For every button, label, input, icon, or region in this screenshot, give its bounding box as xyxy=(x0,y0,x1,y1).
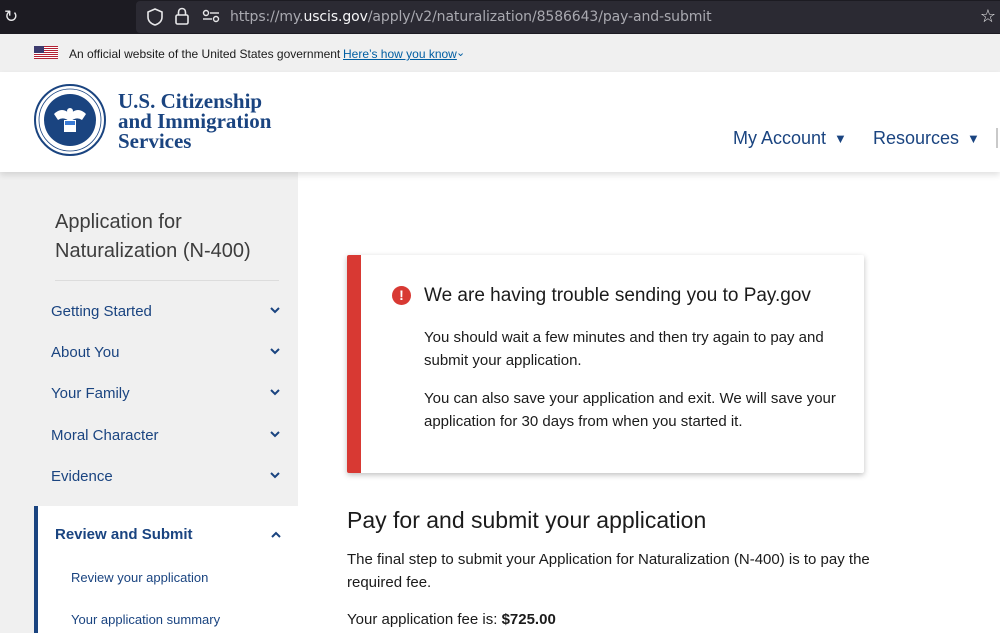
chevron-down-icon xyxy=(270,472,280,479)
sidebar-item-label: About You xyxy=(51,344,120,361)
us-flag-icon xyxy=(34,46,58,59)
official-site-text: An official website of the United States… xyxy=(69,47,341,61)
url-prefix: https://my. xyxy=(230,9,304,25)
agency-line-1: U.S. Citizenship xyxy=(118,89,263,113)
fee-label: Your application fee is: xyxy=(347,611,498,628)
shield-icon[interactable] xyxy=(147,8,163,26)
sidebar-item-review-and-submit[interactable]: Review and Submit xyxy=(55,526,193,543)
agency-line-2: and Immigration xyxy=(118,109,272,133)
alert-paragraph-wait: You should wait a few minutes and then t… xyxy=(424,329,824,369)
sidebar-item-label: Evidence xyxy=(51,468,113,485)
page-description: The final step to submit your Applicatio… xyxy=(347,551,870,591)
address-bar[interactable]: https://my.uscis.gov/apply/v2/naturaliza… xyxy=(136,1,1000,33)
sidebar-item-label: Moral Character xyxy=(51,427,159,444)
nav-my-account[interactable]: My Account ▼ xyxy=(733,128,847,149)
nav-resources-label: Resources xyxy=(873,128,960,148)
sidebar-item-label: Your Family xyxy=(51,385,130,402)
chevron-up-icon[interactable] xyxy=(270,529,282,541)
sidebar-subitem-review-your-application[interactable]: Review your application xyxy=(71,570,208,585)
caret-down-icon: ▼ xyxy=(834,131,847,146)
sidebar-item-your-family[interactable]: Your Family xyxy=(51,385,285,402)
sidebar-item-label: Getting Started xyxy=(51,303,152,320)
nav-resources[interactable]: Resources ▼ xyxy=(873,128,980,149)
sidebar-divider xyxy=(55,280,279,281)
sidebar-item-getting-started[interactable]: Getting Started xyxy=(51,303,285,320)
reload-icon[interactable]: ↻ xyxy=(4,7,18,27)
browser-toolbar: ↻ https://my.uscis.gov/apply/v2/naturali… xyxy=(0,0,1000,34)
chevron-down-icon xyxy=(270,431,280,438)
alert-paragraph-save: You can also save your application and e… xyxy=(424,390,836,430)
sidebar-subitem-your-application-summary[interactable]: Your application summary xyxy=(71,612,220,627)
site-header: U.S. Citizenship and Immigration Service… xyxy=(0,72,1000,172)
url-path: /apply/v2/naturalization/8586643/pay-and… xyxy=(367,9,712,25)
sidebar-section-review-and-submit: Review and Submit Review your applicatio… xyxy=(34,506,298,633)
page-heading: Pay for and submit your application xyxy=(347,507,707,533)
error-icon: ! xyxy=(392,286,411,305)
bookmark-star-icon[interactable]: ☆ xyxy=(980,6,996,27)
fee-line: Your application fee is: $725.00 xyxy=(347,611,556,628)
permissions-icon[interactable] xyxy=(202,9,220,23)
dhs-seal-icon[interactable] xyxy=(34,84,106,156)
sidebar-item-moral-character[interactable]: Moral Character xyxy=(51,427,285,444)
agency-line-3: Services xyxy=(118,129,192,153)
url-text[interactable]: https://my.uscis.gov/apply/v2/naturaliza… xyxy=(230,9,712,25)
sidebar-nav: Application for Naturalization (N-400) G… xyxy=(0,172,298,633)
caret-down-icon: ▼ xyxy=(967,131,980,146)
error-alert: ! We are having trouble sending you to P… xyxy=(347,255,864,473)
fee-amount: $725.00 xyxy=(501,611,556,628)
nav-my-account-label: My Account xyxy=(733,128,827,148)
nav-divider xyxy=(996,128,998,148)
sidebar-item-evidence[interactable]: Evidence xyxy=(51,468,285,485)
sidebar-title-line-1: Application for xyxy=(55,211,182,233)
sidebar-title: Application for Naturalization (N-400) xyxy=(55,208,251,266)
sidebar-title-line-2: Naturalization (N-400) xyxy=(55,240,251,262)
gov-banner: An official website of the United States… xyxy=(0,34,1000,72)
chevron-down-icon xyxy=(270,348,280,355)
lock-icon[interactable] xyxy=(174,7,190,25)
agency-name[interactable]: U.S. Citizenship and Immigration Service… xyxy=(118,89,272,153)
sidebar-item-about-you[interactable]: About You xyxy=(51,344,285,361)
chevron-down-icon xyxy=(270,307,280,314)
alert-title: We are having trouble sending you to Pay… xyxy=(424,285,811,306)
chevron-down-icon xyxy=(270,389,280,396)
chevron-down-icon[interactable]: ⌄ xyxy=(456,46,465,59)
heres-how-you-know-link[interactable]: Here’s how you know xyxy=(343,47,457,61)
url-domain: uscis.gov xyxy=(303,9,368,25)
